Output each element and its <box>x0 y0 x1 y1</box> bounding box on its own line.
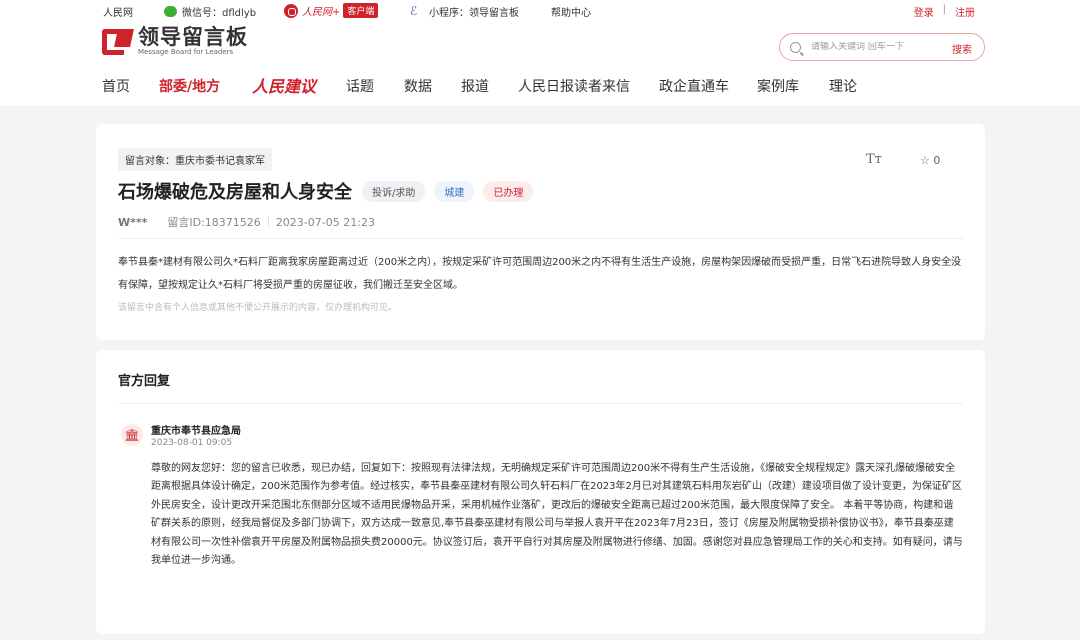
font-size-icon[interactable]: Tт <box>866 152 882 167</box>
meta-divider <box>267 217 269 227</box>
site-link[interactable]: 人民网 <box>103 4 133 19</box>
app-link[interactable]: 人民网+ 客户端 <box>284 3 379 18</box>
reply-body: 尊敬的网友您好：您的留言已收悉，现已办结，回复如下：按照现有法律法规，无明确规定… <box>151 463 963 567</box>
wechat-icon <box>164 6 177 17</box>
site-logo[interactable]: 领导留言板 Message Board for Leaders <box>102 26 248 57</box>
logo-text: 领导留言板 Message Board for Leaders <box>138 26 248 57</box>
nav-item-home[interactable]: 首页 <box>102 76 130 96</box>
site-header: 人民网 微信号：dfldlyb 人民网+ 客户端 ℰ 小程序：领导留言板 帮助中… <box>0 0 1080 106</box>
reply-card: 官方回复 🏛 重庆市奉节县应急局 2023-08-01 09:05 尊敬的网友您… <box>96 350 985 634</box>
reply-divider <box>118 403 963 404</box>
wechat-link[interactable]: 微信号：dfldlyb <box>164 4 256 19</box>
nav-item-people-suggestion[interactable]: 人民建议 <box>252 73 316 97</box>
app-name: 人民网+ <box>302 7 341 18</box>
message-meta: W*** 留言ID:18371526 2023-07-05 21:23 <box>118 214 375 230</box>
nav-item-reports[interactable]: 报道 <box>461 76 489 96</box>
nav-item-theory[interactable]: 理论 <box>829 76 857 96</box>
app-client-badge: 客户端 <box>343 3 379 18</box>
miniprogram-label: 小程序：领导留言板 <box>429 8 519 19</box>
people-app-icon <box>284 3 298 18</box>
search-box: 搜索 <box>779 33 985 61</box>
reply-section-title: 官方回复 <box>118 374 171 389</box>
wechat-label: 微信号：dfldlyb <box>182 8 257 19</box>
tag-category: 城建 <box>434 180 475 202</box>
reply-time: 2023-08-01 09:05 <box>151 438 233 448</box>
login-link[interactable]: 登录 <box>914 4 934 19</box>
nav-item-enterprise[interactable]: 政企直通车 <box>659 76 729 96</box>
message-id: 留言ID:18371526 <box>167 216 261 229</box>
miniprogram-icon: ℰ <box>410 4 418 18</box>
auth-separator: | <box>942 4 946 15</box>
top-bar: 人民网 微信号：dfldlyb 人民网+ 客户端 ℰ 小程序：领导留言板 帮助中… <box>0 0 1080 20</box>
government-building-icon: 🏛 <box>121 424 143 446</box>
logo-en: Message Board for Leaders <box>138 48 234 56</box>
message-user: W*** <box>118 215 148 229</box>
star-icon: ☆ <box>920 154 930 167</box>
reply-org-name: 重庆市奉节县应急局 <box>151 426 241 437</box>
message-content: 奉节县秦*建材有限公司久*石料厂距离我家房屋距离过近（200米之内），按规定采矿… <box>118 257 962 291</box>
favorite-button[interactable]: ☆ 0 <box>920 154 940 167</box>
help-link[interactable]: 帮助中心 <box>551 4 591 19</box>
content-divider <box>118 238 963 239</box>
message-card: 留言对象：重庆市委书记袁家军 Tт ☆ 0 石场爆破危及房屋和人身安全 投诉/求… <box>96 124 985 340</box>
message-title: 石场爆破危及房屋和人身安全 <box>118 182 352 203</box>
register-link[interactable]: 注册 <box>955 4 975 19</box>
search-button[interactable]: 搜索 <box>952 41 972 56</box>
auth-links: 登录 | 注册 <box>914 4 975 19</box>
nav-item-cases[interactable]: 案例库 <box>757 76 799 96</box>
message-time: 2023-07-05 21:23 <box>275 215 375 229</box>
nav-item-data[interactable]: 数据 <box>404 76 432 96</box>
nav-item-ministries[interactable]: 部委/地方 <box>159 76 220 96</box>
miniprogram-link[interactable]: ℰ 小程序：领导留言板 <box>410 4 519 20</box>
tag-type: 投诉/求助 <box>362 180 426 202</box>
message-target: 留言对象：重庆市委书记袁家军 <box>118 148 272 171</box>
search-icon <box>790 41 801 53</box>
search-input[interactable] <box>811 42 941 52</box>
logo-cn: 领导留言板 <box>138 25 248 49</box>
nav-item-reader-letters[interactable]: 人民日报读者来信 <box>518 76 630 96</box>
tag-status: 已办理 <box>483 180 534 202</box>
privacy-notice: 该留言中含有个人信息或其他不便公开展示的内容，仅办理机构可见。 <box>118 303 398 313</box>
title-row: 石场爆破危及房屋和人身安全 投诉/求助 城建 已办理 <box>118 178 542 204</box>
logo-icon <box>102 27 134 57</box>
favorite-count: 0 <box>933 154 941 167</box>
nav-item-topics[interactable]: 话题 <box>346 76 374 96</box>
